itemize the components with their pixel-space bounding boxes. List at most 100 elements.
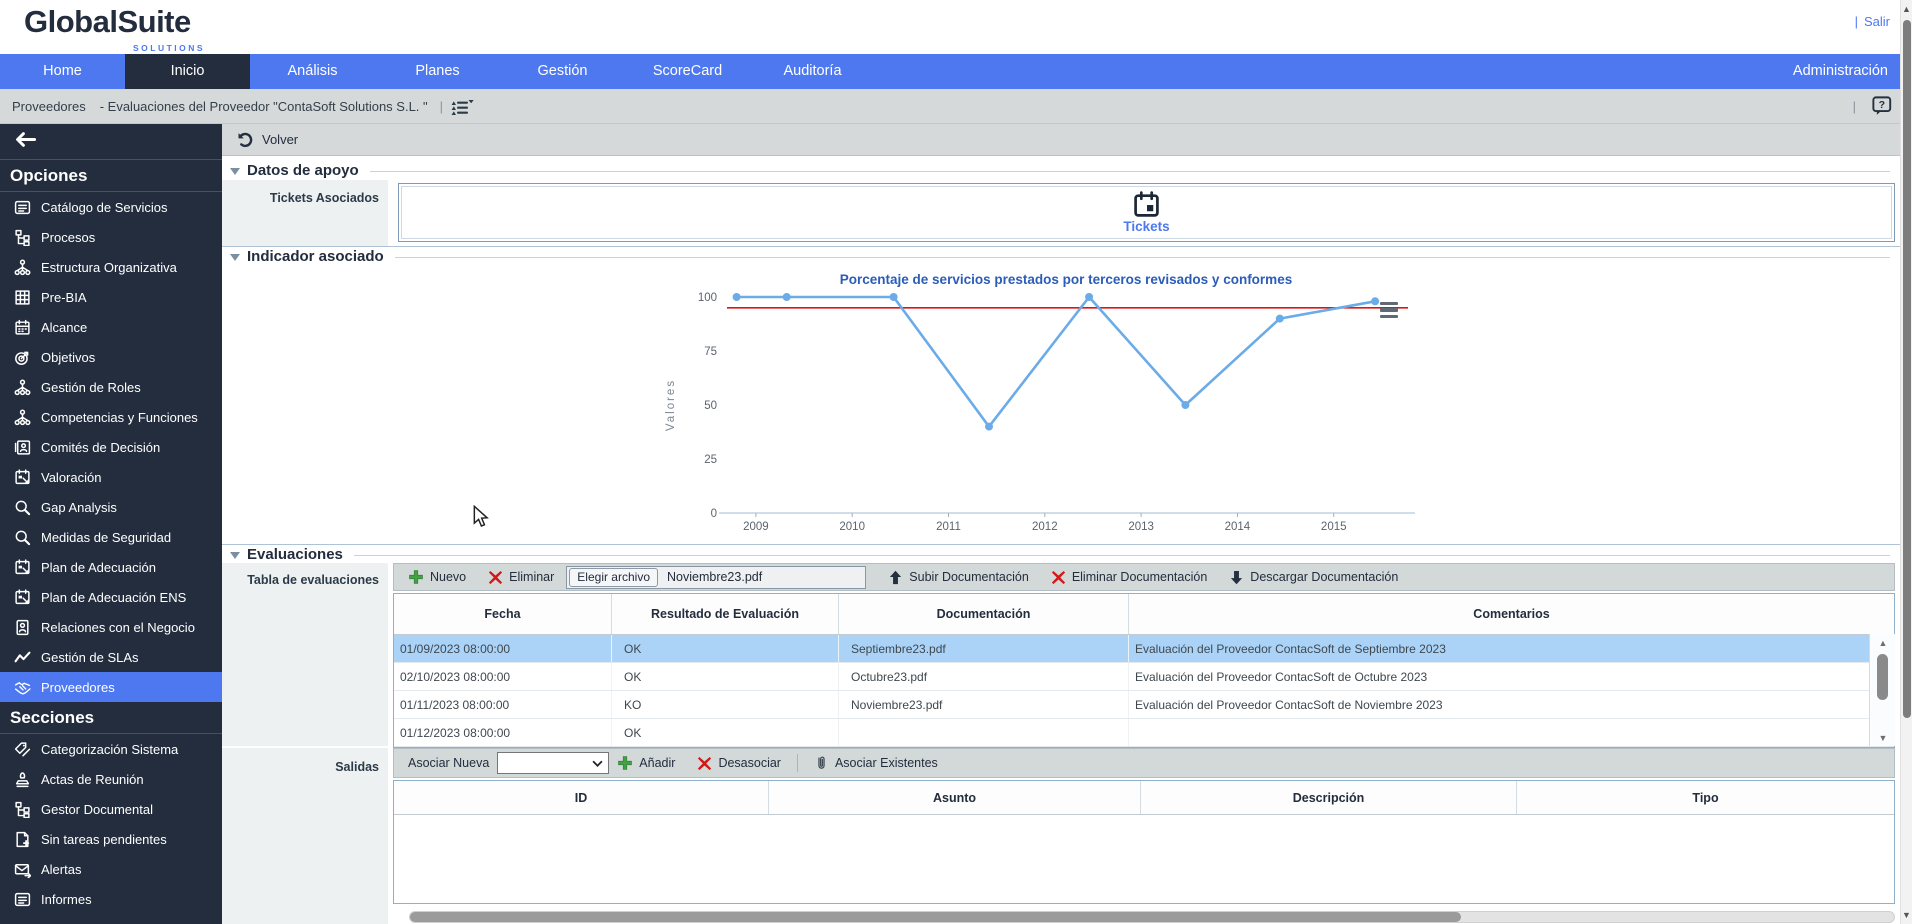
sidebar-item[interactable]: Relaciones con el Negocio <box>0 612 222 642</box>
svg-text:0: 0 <box>711 508 717 520</box>
column-header[interactable]: Documentación <box>839 594 1129 634</box>
collapse-icon[interactable] <box>230 167 240 175</box>
list-icon[interactable] <box>451 98 474 115</box>
sidebar-item[interactable]: Proveedores <box>0 672 222 702</box>
column-header[interactable]: Resultado de Evaluación <box>612 594 839 634</box>
cell-comentarios: Evaluación del Proveedor ContacSoft de O… <box>1135 669 1428 684</box>
cell-fecha: 02/10/2023 08:00:00 <box>394 663 612 690</box>
tickets-calendar-icon[interactable] <box>1133 191 1160 218</box>
id-card-icon <box>13 438 31 456</box>
scrollbar-thumb[interactable] <box>1877 654 1888 700</box>
collapse-icon[interactable] <box>230 552 240 559</box>
logo: GlobalSuite <box>24 4 191 39</box>
sidebar-item[interactable]: Plan de Adecuación <box>0 552 222 582</box>
sidebar-item[interactable]: Sin tareas pendientes <box>0 824 222 854</box>
catalog-folder-icon <box>13 198 31 216</box>
eliminar-documentacion-button[interactable]: Eliminar Documentación <box>1051 570 1207 585</box>
column-header[interactable]: Fecha <box>394 594 612 634</box>
file-choose-button[interactable]: Elegir archivo <box>569 567 658 587</box>
nav-tab[interactable]: Home <box>0 54 125 89</box>
column-header[interactable]: Tipo <box>1517 781 1894 814</box>
sidebar-item[interactable]: Pre-BIA <box>0 282 222 312</box>
sidebar-item[interactable]: Objetivos <box>0 342 222 372</box>
tickets-field[interactable]: Tickets <box>398 183 1895 242</box>
column-header[interactable]: ID <box>394 781 769 814</box>
nav-tab[interactable]: Planes <box>375 54 500 89</box>
file-input[interactable]: Elegir archivo Noviembre23.pdf <box>566 565 867 589</box>
chart-menu-icon[interactable] <box>1380 302 1398 318</box>
svg-text:25: 25 <box>704 454 717 466</box>
desasociar-button[interactable]: Desasociar <box>697 756 781 771</box>
red-x-icon <box>1051 570 1066 585</box>
volver-button[interactable]: Volver <box>262 132 298 147</box>
sidebar-item[interactable]: Informes <box>0 884 222 914</box>
column-header[interactable]: Asunto <box>769 781 1141 814</box>
search-icon <box>13 528 31 546</box>
sidebar: Opciones Catálogo de Servicios Procesos … <box>0 124 222 924</box>
volver-bar: Volver <box>222 124 1900 156</box>
org-tree-icon <box>13 228 31 246</box>
table-row[interactable]: 01/12/2023 08:00:00 OK <box>394 719 1894 747</box>
sidebar-item[interactable]: Comités de Decisión <box>0 432 222 462</box>
sidebar-item[interactable]: Alcance <box>0 312 222 342</box>
descargar-documentacion-button[interactable]: Descargar Documentación <box>1229 570 1398 585</box>
help-icon[interactable]: ? <box>1872 96 1892 116</box>
nuevo-button[interactable]: Nuevo <box>408 569 466 585</box>
salidas-table-header: ID Asunto Descripción Tipo <box>394 781 1894 815</box>
scroll-up-icon[interactable]: ▲ <box>1901 4 1912 14</box>
scrollbar-thumb[interactable] <box>410 912 1461 922</box>
table-row[interactable]: 02/10/2023 08:00:00 OK Octubre23.pdf Eva… <box>394 663 1894 691</box>
sidebar-item[interactable]: Gestor Documental <box>0 794 222 824</box>
cell-fecha: 01/09/2023 08:00:00 <box>394 635 612 662</box>
table-row[interactable]: 01/09/2023 08:00:00 OK Septiembre23.pdf … <box>394 635 1894 663</box>
cell-comentarios <box>1129 719 1894 746</box>
cell-documentacion: Octubre23.pdf <box>839 663 1129 690</box>
tickets-button-label[interactable]: Tickets <box>1123 219 1169 234</box>
sidebar-item[interactable]: Valoración <box>0 462 222 492</box>
page-scrollbar[interactable]: ▲ ▼ <box>1900 0 1912 924</box>
subir-documentacion-button[interactable]: Subir Documentación <box>888 570 1029 585</box>
nav-tab-administracion[interactable]: Administración <box>1769 54 1912 89</box>
sidebar-item[interactable]: Competencias y Funciones <box>0 402 222 432</box>
nav-tab[interactable]: Análisis <box>250 54 375 89</box>
table-scrollbar[interactable]: ▲ ▼ <box>1869 634 1895 746</box>
sidebar-item[interactable]: Medidas de Seguridad <box>0 522 222 552</box>
catalog-folder-icon <box>13 890 31 908</box>
column-header[interactable]: Descripción <box>1141 781 1517 814</box>
breadcrumb-section: Proveedores <box>12 98 86 114</box>
sidebar-item[interactable]: Procesos <box>0 222 222 252</box>
red-x-icon <box>697 756 712 771</box>
sidebar-item[interactable]: Alertas <box>0 854 222 884</box>
org-tree-icon <box>13 800 31 818</box>
sidebar-item[interactable]: Actas de Reunión <box>0 764 222 794</box>
scroll-up-icon[interactable]: ▲ <box>1870 638 1896 648</box>
eliminar-button[interactable]: Eliminar <box>488 570 554 585</box>
nav-tab[interactable]: Auditoría <box>750 54 875 89</box>
column-header[interactable]: Comentarios <box>1129 594 1894 634</box>
collapse-icon[interactable] <box>230 254 240 261</box>
sidebar-collapse-button[interactable] <box>0 124 222 160</box>
sidebar-item[interactable]: Plan de Adecuación ENS <box>0 582 222 612</box>
sidebar-item[interactable]: Categorización Sistema <box>0 734 222 764</box>
sidebar-item[interactable]: Gap Analysis <box>0 492 222 522</box>
nav-tab[interactable]: ScoreCard <box>625 54 750 89</box>
asociar-existentes-button[interactable]: Asociar Existentes <box>814 755 938 771</box>
logout-link[interactable]: Salir <box>1864 14 1890 29</box>
sidebar-item[interactable]: Catálogo de Servicios <box>0 192 222 222</box>
horizontal-scrollbar[interactable] <box>409 911 1895 923</box>
asociar-nueva-select[interactable] <box>497 752 610 774</box>
anadir-button[interactable]: Añadir <box>617 755 675 771</box>
scroll-down-icon[interactable]: ▼ <box>1901 910 1912 920</box>
sidebar-item[interactable]: Gestión de Roles <box>0 372 222 402</box>
evaluations-table-body: 01/09/2023 08:00:00 OK Septiembre23.pdf … <box>394 635 1894 747</box>
nav-tab[interactable]: Inicio <box>125 54 250 89</box>
sidebar-item[interactable]: Gestión de SLAs <box>0 642 222 672</box>
nav-tab[interactable]: Gestión <box>500 54 625 89</box>
indicator-chart-row: Porcentaje de servicios prestados por te… <box>222 270 1900 542</box>
sidebar-item[interactable]: Estructura Organizativa <box>0 252 222 282</box>
scrollbar-thumb[interactable] <box>1903 20 1911 718</box>
svg-text:2013: 2013 <box>1128 521 1154 533</box>
scroll-down-icon[interactable]: ▼ <box>1870 733 1896 743</box>
table-row[interactable]: 01/11/2023 08:00:00 KO Noviembre23.pdf E… <box>394 691 1894 719</box>
cell-documentacion: Noviembre23.pdf <box>839 691 1129 718</box>
